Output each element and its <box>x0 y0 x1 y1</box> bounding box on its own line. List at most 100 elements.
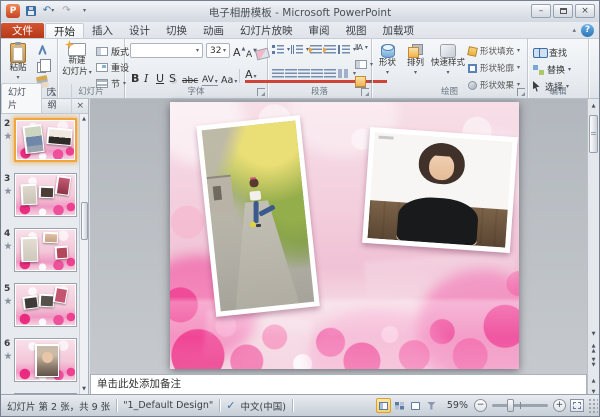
shape-outline-button[interactable]: 形状轮廓▾ <box>468 62 520 74</box>
animation-star-icon[interactable] <box>4 132 12 140</box>
photo-left[interactable] <box>196 115 319 317</box>
language-indicator[interactable]: 中文(中国) <box>240 399 285 413</box>
animation-star-icon[interactable] <box>4 242 12 250</box>
undo-button[interactable]: ↶▾ <box>41 4 56 18</box>
close-pane-icon[interactable]: × <box>72 101 88 113</box>
cut-icon[interactable] <box>37 45 48 57</box>
scrollbar-thumb[interactable] <box>589 115 598 153</box>
italic-button[interactable]: I <box>144 69 148 84</box>
change-case-button[interactable]: Aa▾ <box>221 70 237 85</box>
previous-slide-button[interactable]: ▲▲ <box>589 343 598 354</box>
tab-home[interactable]: 开始 <box>45 23 84 38</box>
align-left-button[interactable] <box>272 69 284 78</box>
arrange-button[interactable]: 排列▾ <box>402 44 429 76</box>
columns-button[interactable]: ▾ <box>338 69 356 78</box>
reset-icon <box>96 63 108 72</box>
line-spacing-button[interactable]: ▾ <box>338 45 356 54</box>
find-button[interactable]: 查找 <box>533 46 567 59</box>
dialog-launcher-icon[interactable] <box>257 88 265 96</box>
normal-view-icon <box>379 402 388 410</box>
tab-design[interactable]: 设计 <box>121 22 158 38</box>
slideshow-button[interactable] <box>424 398 439 413</box>
panel-scrollbar[interactable]: ▲ ▼ <box>79 114 88 394</box>
align-text-button[interactable]: ▾ <box>355 60 373 69</box>
tab-slides-thumbnails[interactable]: 幻灯片 <box>1 83 42 113</box>
notes-scroll-up-icon[interactable]: ▲ <box>589 376 598 387</box>
dialog-launcher-icon[interactable] <box>517 88 525 96</box>
grow-font-button[interactable]: A▲ <box>233 43 245 58</box>
increase-indent-button[interactable] <box>324 45 336 54</box>
save-button[interactable] <box>23 4 38 18</box>
resize-grip[interactable] <box>588 398 598 414</box>
slide-thumbnail-4[interactable]: 4 <box>1 227 79 277</box>
powerpoint-window: P ↶▾ ↷ ▾ 电子相册模板 - Microsoft PowerPoint –… <box>0 0 600 417</box>
close-button[interactable]: × <box>575 4 595 18</box>
spellcheck-icon[interactable]: ✓ <box>226 399 235 412</box>
tab-file[interactable]: 文件 <box>1 23 44 38</box>
tab-animations[interactable]: 动画 <box>195 22 232 38</box>
bullets-button[interactable]: ▾ <box>272 45 290 54</box>
collapse-ribbon-icon[interactable]: ▴ <box>572 26 576 34</box>
find-icon <box>533 48 546 57</box>
maximize-button[interactable] <box>553 4 573 18</box>
tab-slideshow[interactable]: 幻灯片放映 <box>232 22 301 38</box>
next-slide-button[interactable]: ▼▼ <box>589 357 598 368</box>
replace-button[interactable]: 替换▾ <box>533 63 571 76</box>
slide-thumbnail-3[interactable]: 3 <box>1 172 79 222</box>
zoom-out-button[interactable]: − <box>474 399 487 412</box>
tab-insert[interactable]: 插入 <box>84 22 121 38</box>
slide-thumbnail-2[interactable]: 2 <box>1 117 79 167</box>
redo-button[interactable]: ↷ <box>59 4 74 18</box>
minimize-button[interactable]: – <box>531 4 551 18</box>
zoom-slider[interactable] <box>492 404 548 407</box>
justify-button[interactable] <box>311 69 323 78</box>
text-shadow-button[interactable]: S <box>169 69 176 84</box>
shapes-button[interactable]: 形状▾ <box>374 44 401 76</box>
bold-button[interactable]: B <box>131 69 139 84</box>
decrease-indent-button[interactable] <box>310 45 322 54</box>
vertical-scrollbar[interactable]: ▲ ▼ ▲▲ ▼▼ ▲ ▼ <box>587 99 599 394</box>
normal-view-button[interactable] <box>376 398 391 413</box>
align-right-button[interactable] <box>298 69 310 78</box>
shape-fill-button[interactable]: 形状填充▾ <box>468 45 520 57</box>
slide-sorter-button[interactable] <box>392 398 407 413</box>
scroll-down-icon[interactable]: ▼ <box>589 329 598 340</box>
quick-styles-button[interactable]: 快速样式▾ <box>430 44 466 76</box>
scroll-down-icon[interactable]: ▼ <box>80 384 88 394</box>
slide-canvas[interactable] <box>170 102 519 369</box>
tab-review[interactable]: 审阅 <box>301 22 338 38</box>
animation-star-icon[interactable] <box>4 187 12 195</box>
photo-right[interactable] <box>362 127 518 253</box>
dialog-launcher-icon[interactable] <box>361 88 369 96</box>
distribute-button[interactable] <box>324 69 336 78</box>
tab-addins[interactable]: 加载项 <box>375 22 423 38</box>
tab-view[interactable]: 视图 <box>338 22 375 38</box>
underline-button[interactable]: U <box>156 69 164 84</box>
animation-star-icon[interactable] <box>4 352 12 360</box>
animation-star-icon[interactable] <box>4 297 12 305</box>
help-button[interactable]: ? <box>581 24 594 37</box>
slide-thumbnail-5[interactable]: 5 <box>1 282 79 332</box>
new-slide-button[interactable]: 新建 幻灯片▾ <box>61 43 93 78</box>
slide-thumbnail-6[interactable]: 6 <box>1 337 79 387</box>
scroll-up-icon[interactable]: ▲ <box>80 114 88 124</box>
notes-area[interactable]: 单击此处添加备注 <box>90 374 587 395</box>
tab-outline[interactable]: 大纲 <box>42 84 73 113</box>
character-spacing-button[interactable]: AV▾ <box>202 71 218 86</box>
strikethrough-button[interactable]: abc <box>182 71 198 86</box>
reading-view-button[interactable] <box>408 398 423 413</box>
fit-to-window-button[interactable] <box>570 399 584 412</box>
zoom-in-button[interactable]: + <box>553 399 566 412</box>
align-center-button[interactable] <box>285 69 297 78</box>
app-icon[interactable]: P <box>6 4 20 18</box>
copy-icon[interactable] <box>37 62 46 73</box>
text-direction-button[interactable]: llA▾ <box>355 43 368 52</box>
panel-scrollbar-thumb[interactable] <box>81 202 88 240</box>
scroll-up-icon[interactable]: ▲ <box>589 101 598 112</box>
numbering-button[interactable]: ▾ <box>291 45 309 54</box>
paste-button[interactable]: 粘贴 ▾ <box>5 43 31 81</box>
tab-transitions[interactable]: 切换 <box>158 22 195 38</box>
zoom-slider-thumb[interactable] <box>507 399 514 412</box>
font-size-combo[interactable]: 32▾ <box>206 43 230 58</box>
font-name-combo[interactable]: ▾ <box>130 43 203 58</box>
